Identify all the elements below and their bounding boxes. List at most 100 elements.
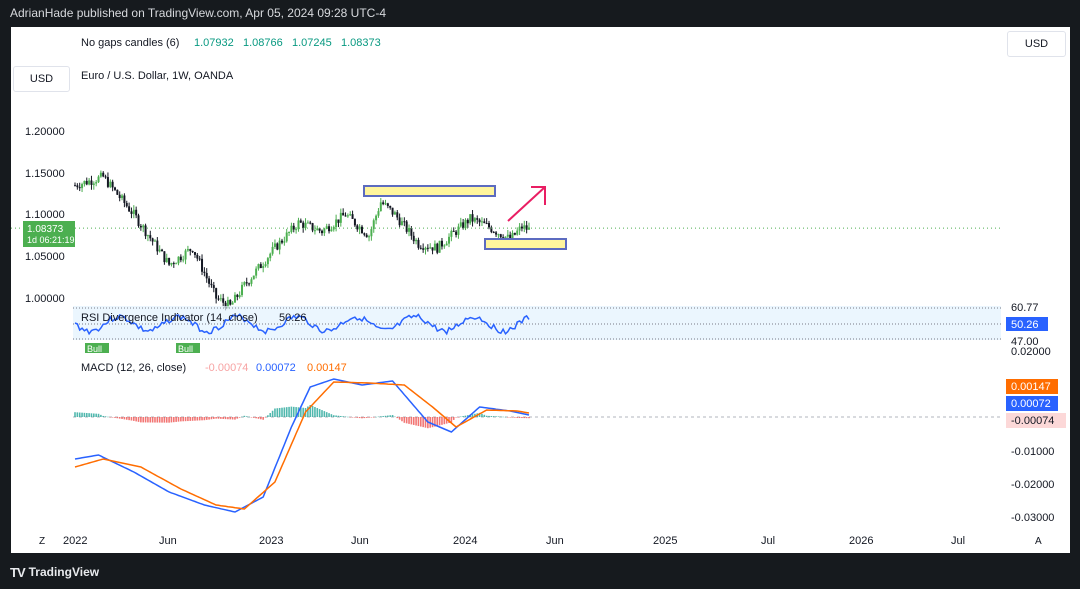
macd-hist-bar bbox=[387, 415, 389, 417]
candle-body bbox=[483, 221, 486, 224]
candle-body bbox=[205, 272, 208, 279]
macd-hist-bar bbox=[224, 417, 227, 420]
candle-body bbox=[299, 220, 302, 223]
candle-body bbox=[363, 233, 366, 235]
macd-hist-bar bbox=[488, 415, 490, 417]
candle-body bbox=[353, 218, 356, 226]
candle-body bbox=[320, 230, 323, 234]
candle-body bbox=[290, 225, 293, 233]
macd-hist-bar bbox=[502, 416, 504, 418]
macd-hist-bar bbox=[154, 417, 156, 423]
currency-button-left[interactable]: USD bbox=[13, 66, 70, 92]
macd-hist-bar bbox=[83, 412, 86, 417]
macd-hist-bar bbox=[222, 417, 224, 419]
candle-body bbox=[356, 225, 359, 230]
candle-body bbox=[323, 228, 326, 234]
price-tick: 1.00000 bbox=[25, 293, 65, 305]
macd-hist-bar bbox=[231, 417, 234, 420]
candle-body bbox=[403, 221, 406, 223]
macd-hist-bar bbox=[492, 416, 495, 417]
time-tick: 2022 bbox=[63, 535, 87, 547]
macd-hist-bar bbox=[97, 413, 100, 417]
macd-hist-bar bbox=[130, 417, 133, 421]
candle-body bbox=[408, 227, 411, 232]
candle-body bbox=[379, 202, 382, 212]
timezone-icon[interactable]: Z bbox=[39, 536, 45, 547]
candle-body bbox=[78, 187, 81, 189]
candle-body bbox=[266, 258, 269, 265]
candle-body bbox=[476, 218, 479, 220]
candle-body bbox=[497, 234, 500, 236]
macd-hist-bar bbox=[123, 417, 126, 420]
macd-hist-bar bbox=[260, 417, 262, 420]
candle-body bbox=[130, 211, 133, 214]
macd-hist-bar bbox=[384, 415, 387, 417]
macd-hist-bar bbox=[175, 417, 177, 422]
macd-hist-bar bbox=[172, 417, 175, 423]
macd-hist-bar bbox=[419, 417, 422, 427]
candle-body bbox=[288, 232, 291, 234]
macd-hist-bar bbox=[415, 417, 417, 426]
macd-hist-bar bbox=[177, 417, 180, 422]
macd-hist-bar bbox=[248, 416, 250, 418]
macd-hist-bar bbox=[156, 417, 159, 423]
candle-body bbox=[384, 203, 387, 205]
macd-hist-bar bbox=[161, 417, 163, 423]
macd-hist-bar bbox=[187, 417, 189, 422]
macd-hist-bar bbox=[340, 415, 342, 417]
macd-hist-bar bbox=[180, 417, 182, 422]
candle-body bbox=[135, 209, 138, 216]
macd-hist-bar bbox=[314, 407, 316, 417]
candle-body bbox=[278, 240, 281, 250]
macd-hist-bar bbox=[217, 417, 220, 419]
macd-hist-bar bbox=[93, 413, 95, 417]
time-tick: 2024 bbox=[453, 535, 477, 547]
macd-hist-bar bbox=[349, 417, 352, 418]
chart-svg[interactable]: No gaps candles (6) 1.07932 1.08766 1.07… bbox=[11, 27, 1070, 553]
candle-body bbox=[339, 212, 342, 223]
macd-hist-bar bbox=[464, 415, 467, 417]
macd-hist-bar bbox=[140, 417, 142, 423]
candle-body bbox=[161, 249, 164, 252]
macd-hist-bar bbox=[252, 417, 255, 418]
macd-hist-bar bbox=[368, 417, 370, 418]
candle-body bbox=[445, 243, 448, 246]
macd-hist-bar bbox=[370, 417, 373, 418]
auto-scale-icon[interactable]: A bbox=[1035, 536, 1042, 547]
macd-tick: -0.03000 bbox=[1011, 512, 1054, 524]
macd-hist-bar bbox=[518, 417, 521, 418]
macd-label: MACD (12, 26, close) bbox=[81, 362, 186, 374]
chart-panel[interactable]: No gaps candles (6) 1.07932 1.08766 1.07… bbox=[11, 27, 1070, 553]
candle-body bbox=[165, 257, 168, 263]
macd-hist-bar bbox=[344, 416, 347, 417]
candle-body bbox=[186, 249, 189, 251]
candle-body bbox=[492, 231, 495, 233]
macd-hist-bar bbox=[170, 417, 173, 423]
macd-hist-bar bbox=[220, 417, 222, 419]
macd-hist-bar bbox=[104, 416, 107, 417]
macd-hist-bar bbox=[417, 417, 420, 427]
macd-hist-bar bbox=[405, 417, 408, 424]
candle-body bbox=[97, 176, 100, 183]
candle-body bbox=[488, 223, 491, 228]
signal-line bbox=[74, 381, 530, 510]
macd-hist-bar bbox=[438, 417, 441, 426]
candle-body bbox=[424, 247, 427, 250]
time-tick: Jun bbox=[351, 535, 369, 547]
macd-hist-bar bbox=[363, 417, 366, 419]
macd-hist-bar bbox=[521, 417, 523, 419]
currency-button-right[interactable]: USD bbox=[1007, 31, 1066, 57]
macd-hist-bar bbox=[398, 417, 401, 420]
macd-hist-bar bbox=[354, 417, 356, 418]
candle-body bbox=[405, 221, 408, 232]
macd-hist-bar bbox=[462, 416, 464, 417]
candle-body bbox=[231, 302, 234, 305]
candle-body bbox=[156, 240, 159, 252]
macd-hist-bar bbox=[90, 413, 93, 417]
candle-body bbox=[528, 227, 530, 230]
candle-body bbox=[250, 279, 253, 284]
macd-hist-bar bbox=[255, 417, 257, 419]
macd-hist-bar bbox=[271, 410, 274, 417]
macd-hist-bar bbox=[481, 413, 483, 417]
candle-body bbox=[184, 250, 187, 260]
